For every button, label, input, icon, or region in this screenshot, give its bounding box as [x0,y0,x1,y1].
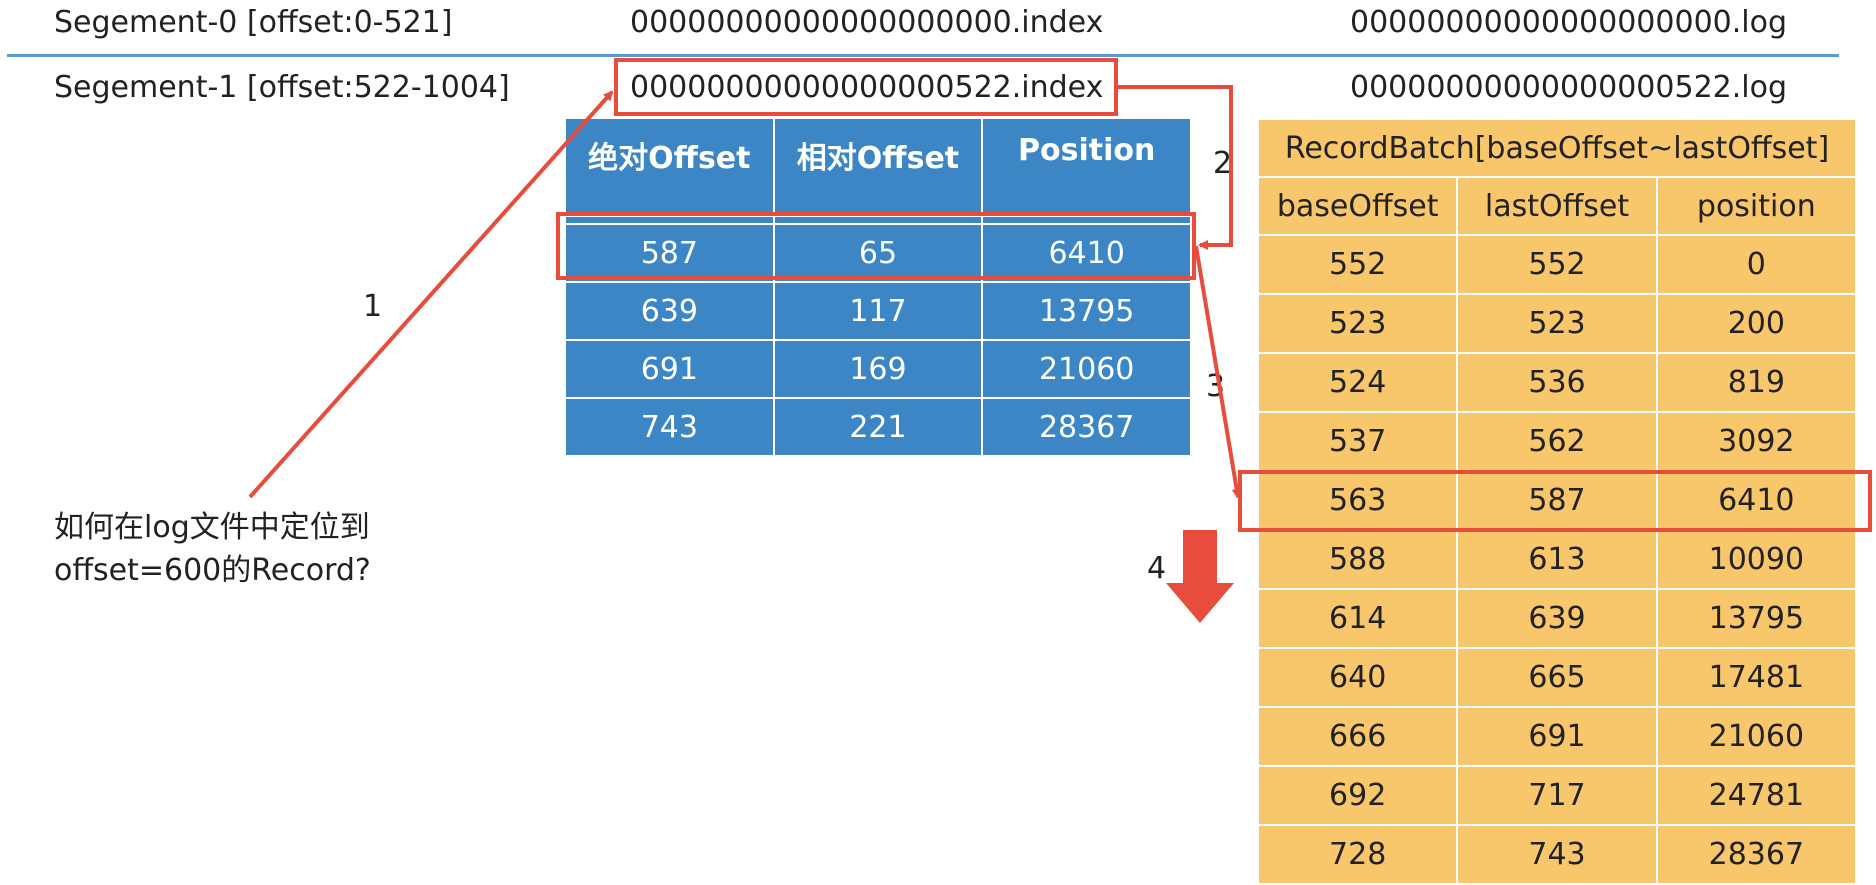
annotation-layer [248,58,1872,623]
index-row-highlight-box [556,212,1196,280]
step-1-arrow [248,90,614,499]
step-4-down-arrow-icon [1166,530,1234,623]
index-file-highlight-box [614,58,1118,116]
step-2-arrow [1118,85,1233,250]
step-3-arrow [1194,245,1242,499]
log-row-highlight-box [1238,470,1872,532]
